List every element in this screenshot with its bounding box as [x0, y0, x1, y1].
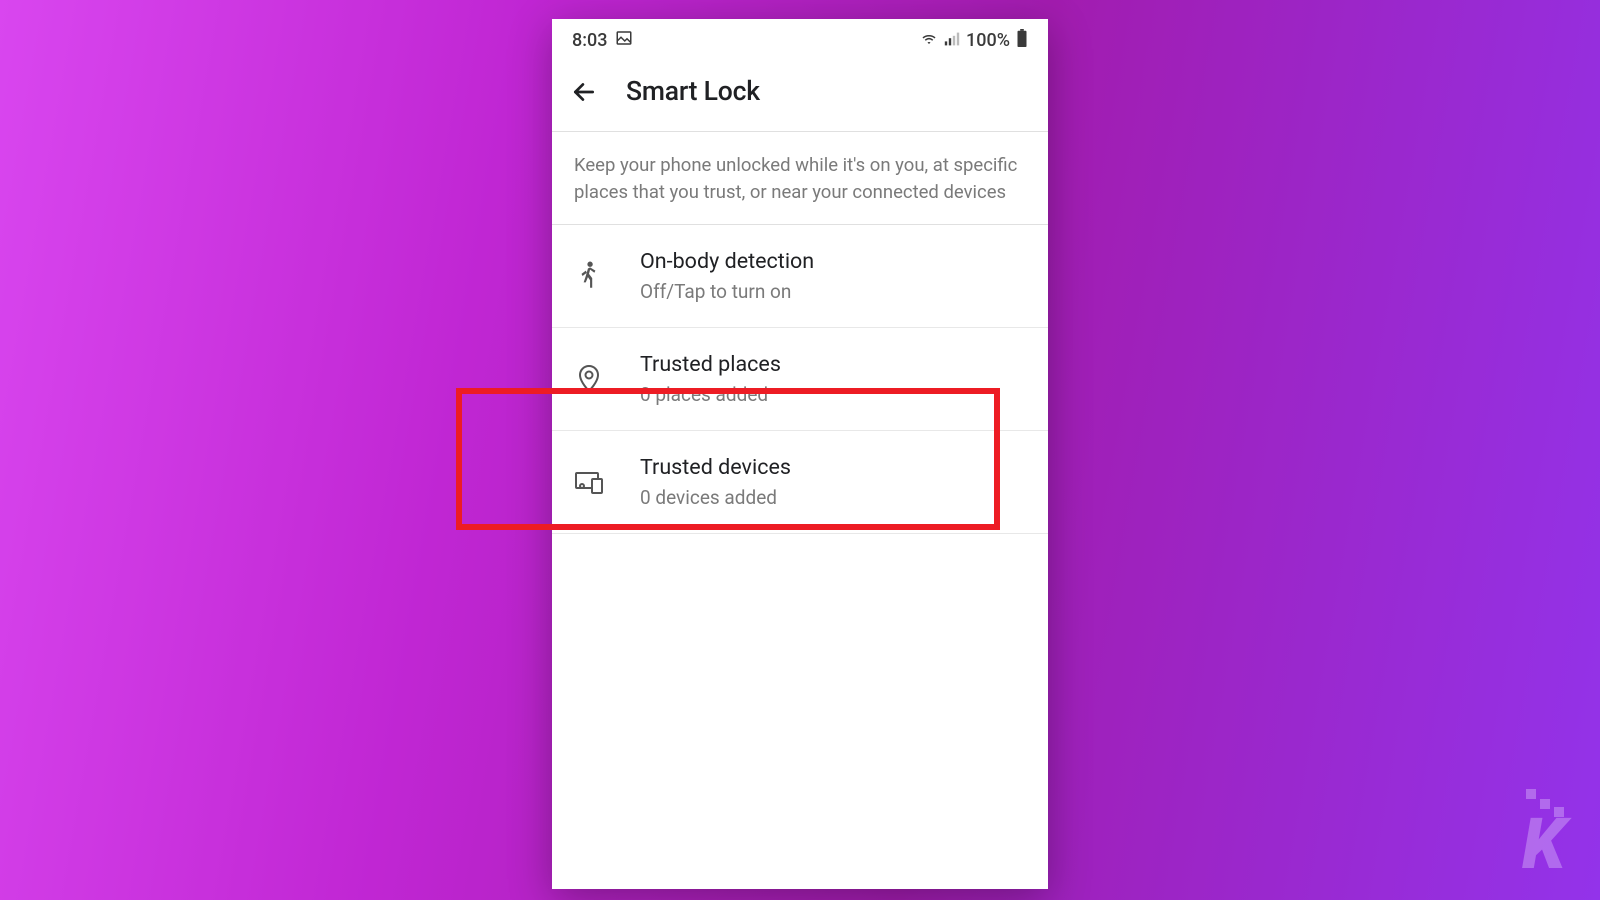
app-bar: Smart Lock: [552, 56, 1048, 131]
status-right: 100%: [920, 29, 1028, 52]
back-button[interactable]: [570, 78, 598, 106]
battery-icon: [1016, 29, 1028, 52]
clock-time: 8:03: [572, 30, 607, 51]
item-subtitle: 0 devices added: [640, 486, 1026, 509]
battery-percent: 100%: [966, 30, 1010, 51]
list-text: On-body detection Off/Tap to turn on: [640, 249, 1026, 303]
list-item-on-body-detection[interactable]: On-body detection Off/Tap to turn on: [552, 225, 1048, 328]
page-title: Smart Lock: [626, 76, 760, 107]
list-item-trusted-places[interactable]: Trusted places 0 places added: [552, 328, 1048, 431]
item-title: Trusted devices: [640, 455, 1026, 480]
page-description: Keep your phone unlocked while it's on y…: [552, 132, 1048, 224]
list-item-trusted-devices[interactable]: Trusted devices 0 devices added: [552, 431, 1048, 534]
arrow-left-icon: [571, 79, 597, 105]
status-bar: 8:03: [552, 19, 1048, 56]
devices-icon: [574, 467, 604, 497]
watermark-logo: K: [1522, 789, 1564, 870]
phone-screen: 8:03: [552, 19, 1048, 889]
location-pin-icon: [574, 364, 604, 394]
list-text: Trusted places 0 places added: [640, 352, 1026, 406]
item-title: Trusted places: [640, 352, 1026, 377]
picture-icon: [615, 29, 633, 52]
item-subtitle: Off/Tap to turn on: [640, 280, 1026, 303]
wifi-icon: [920, 30, 938, 51]
status-left: 8:03: [572, 29, 633, 52]
item-title: On-body detection: [640, 249, 1026, 274]
list-text: Trusted devices 0 devices added: [640, 455, 1026, 509]
walking-person-icon: [574, 261, 604, 291]
item-subtitle: 0 places added: [640, 383, 1026, 406]
signal-icon: [944, 30, 960, 51]
